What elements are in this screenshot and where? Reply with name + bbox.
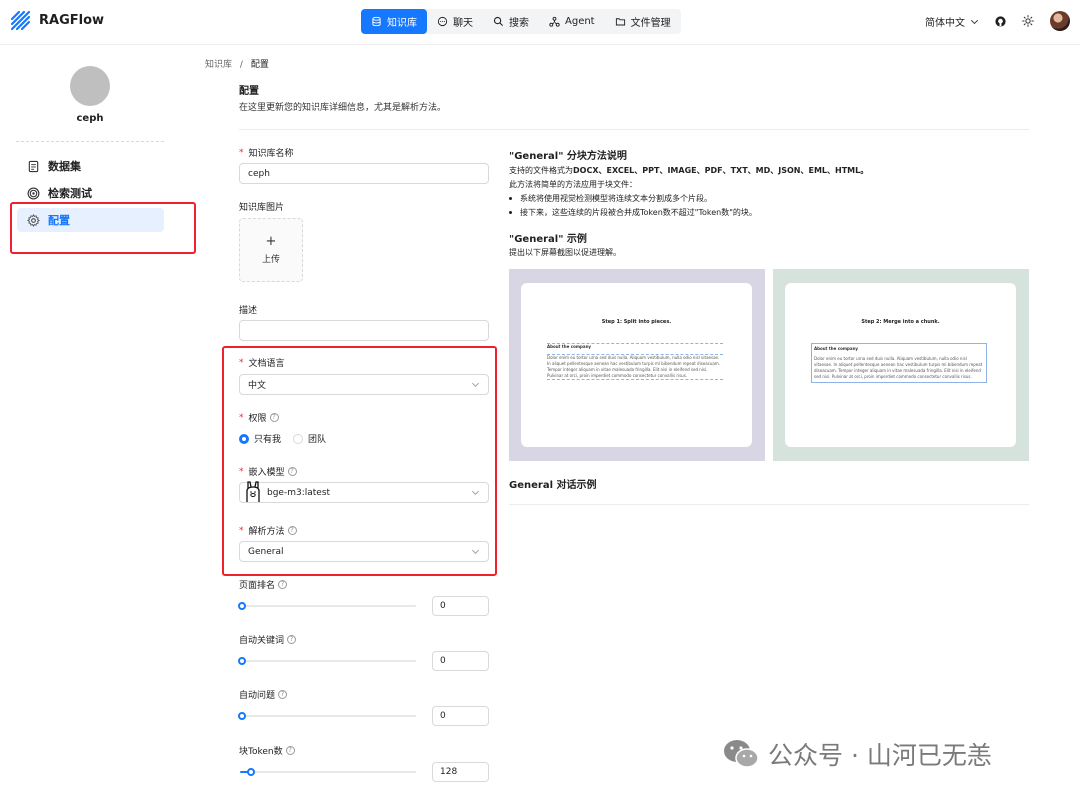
theme-sun-icon[interactable] [1022, 15, 1034, 27]
tab-label: 文件管理 [630, 18, 671, 29]
tab-label: 聊天 [453, 18, 473, 29]
top-header: RAGFlow 知识库 聊天 搜索 Agent 文件管理 简体中文 [0, 0, 1080, 45]
chevron-down-icon [970, 19, 979, 24]
sidebar-divider [16, 141, 164, 142]
example-description: 提出以下屏幕截图以促进理解。 [509, 248, 621, 257]
auto-keywords-slider[interactable] [238, 656, 416, 666]
tab-label: 知识库 [387, 18, 417, 29]
parse-method-heading: "General" 分块方法说明 [509, 151, 627, 162]
method-intro-text: 此方法将简单的方法应用于块文件： [509, 180, 637, 189]
sample-title: Step 2: Merge into a chunk. [861, 319, 940, 325]
auto-keywords-label: 自动关键词? [239, 633, 297, 646]
supported-formats-text: 支持的文件格式为DOCX、EXCEL、PPT、IMAGE、PDF、TXT、MD、… [509, 166, 869, 175]
database-icon [372, 16, 381, 27]
sidebar-item-label: 检索测试 [48, 187, 92, 200]
main-nav: 知识库 聊天 搜索 Agent 文件管理 [361, 9, 681, 34]
sidebar: ceph 数据集 检索测试 配置 [0, 46, 200, 798]
chunk-token-slider[interactable] [240, 767, 416, 777]
kb-name: ceph [76, 113, 104, 124]
sample-text-block: About the company Dolor enim eu tortor u… [547, 343, 723, 380]
upload-button[interactable]: + 上传 [239, 218, 303, 282]
chunk-token-label: 块Token数? [239, 744, 295, 757]
sidebar-item-label: 数据集 [48, 160, 81, 173]
language-selector[interactable]: 简体中文 [925, 14, 979, 29]
breadcrumb: 知识库 / 配置 [205, 57, 269, 70]
help-icon[interactable]: ? [285, 746, 295, 755]
tab-file-management[interactable]: 文件管理 [605, 9, 681, 34]
kb-image-label: 知识库图片 [239, 203, 285, 213]
watermark: 公众号 · 山河已无恙 [722, 736, 992, 772]
breadcrumb-separator: / [239, 60, 243, 70]
slider-handle[interactable] [238, 712, 246, 720]
ragflow-logo-icon [10, 10, 31, 31]
description-input[interactable] [239, 320, 489, 341]
page-title: 配置 [239, 86, 259, 97]
page-rank-slider[interactable] [238, 601, 416, 611]
breadcrumb-root[interactable]: 知识库 [205, 60, 232, 70]
upload-label: 上传 [261, 255, 280, 265]
auto-questions-input[interactable]: 0 [432, 706, 489, 726]
help-icon[interactable]: ? [287, 635, 297, 644]
help-icon[interactable]: ? [278, 690, 288, 699]
plus-icon: + [265, 234, 277, 249]
tab-label: Agent [565, 16, 595, 27]
chunk-token-input[interactable]: 128 [432, 762, 489, 782]
target-icon [27, 187, 40, 199]
kb-avatar [70, 66, 110, 106]
page-description: 在这里更新您的知识库详细信息，尤其是解析方法。 [239, 103, 447, 113]
kb-name-input[interactable]: ceph [239, 163, 489, 184]
watermark-text: 公众号 · 山河已无恙 [768, 741, 992, 770]
tab-search[interactable]: 搜索 [483, 9, 539, 34]
sample-title: Step 1: Split into pieces. [601, 319, 672, 325]
highlight-box-sidebar [10, 202, 196, 254]
help-icon[interactable]: ? [278, 580, 288, 589]
folder-icon [615, 18, 625, 26]
description-label: 描述 [239, 306, 258, 316]
highlight-box-form [222, 346, 497, 576]
list-item: 接下来，这些连续的片段被合并成Token数不超过"Token数"的块。 [509, 207, 757, 218]
auto-questions-label: 自动问题? [239, 688, 288, 701]
agent-icon [549, 16, 560, 27]
list-item: 系统将使用视觉检测模型将连续文本分割成多个片段。 [509, 193, 712, 204]
example-image-step2: Step 2: Merge into a chunk. About the co… [773, 269, 1029, 461]
kb-name-label: * 知识库名称 [239, 147, 294, 160]
header-actions: 简体中文 [925, 11, 1070, 31]
divider [239, 129, 1029, 130]
auto-keywords-input[interactable]: 0 [432, 651, 489, 671]
search-icon [493, 16, 504, 27]
user-avatar[interactable] [1050, 11, 1070, 31]
page-rank-input[interactable]: 0 [432, 596, 489, 616]
sample-text-block: About the company Dolor enim eu tortor u… [811, 343, 987, 383]
tab-agent[interactable]: Agent [539, 9, 605, 34]
chat-icon [437, 16, 448, 27]
app-logo[interactable]: RAGFlow [10, 10, 104, 31]
github-icon[interactable] [995, 15, 1006, 27]
slider-handle[interactable] [238, 657, 246, 665]
divider [509, 504, 1029, 505]
breadcrumb-current: 配置 [250, 60, 269, 70]
example-heading: "General" 示例 [509, 234, 587, 245]
slider-handle[interactable] [246, 768, 255, 776]
slider-handle[interactable] [238, 602, 246, 610]
dialog-example-heading: General 对话示例 [509, 480, 597, 491]
wechat-icon [724, 740, 759, 768]
app-name: RAGFlow [39, 13, 105, 28]
auto-questions-slider[interactable] [238, 711, 416, 721]
tab-knowledge-base[interactable]: 知识库 [361, 9, 427, 34]
tab-chat[interactable]: 聊天 [427, 9, 483, 34]
example-image-step1: Step 1: Split into pieces. About the com… [509, 269, 765, 461]
page-rank-label: 页面排名? [239, 578, 288, 591]
document-icon [28, 160, 39, 172]
language-label: 简体中文 [925, 17, 965, 29]
tab-label: 搜索 [509, 18, 529, 29]
sidebar-item-dataset[interactable]: 数据集 [17, 154, 164, 178]
